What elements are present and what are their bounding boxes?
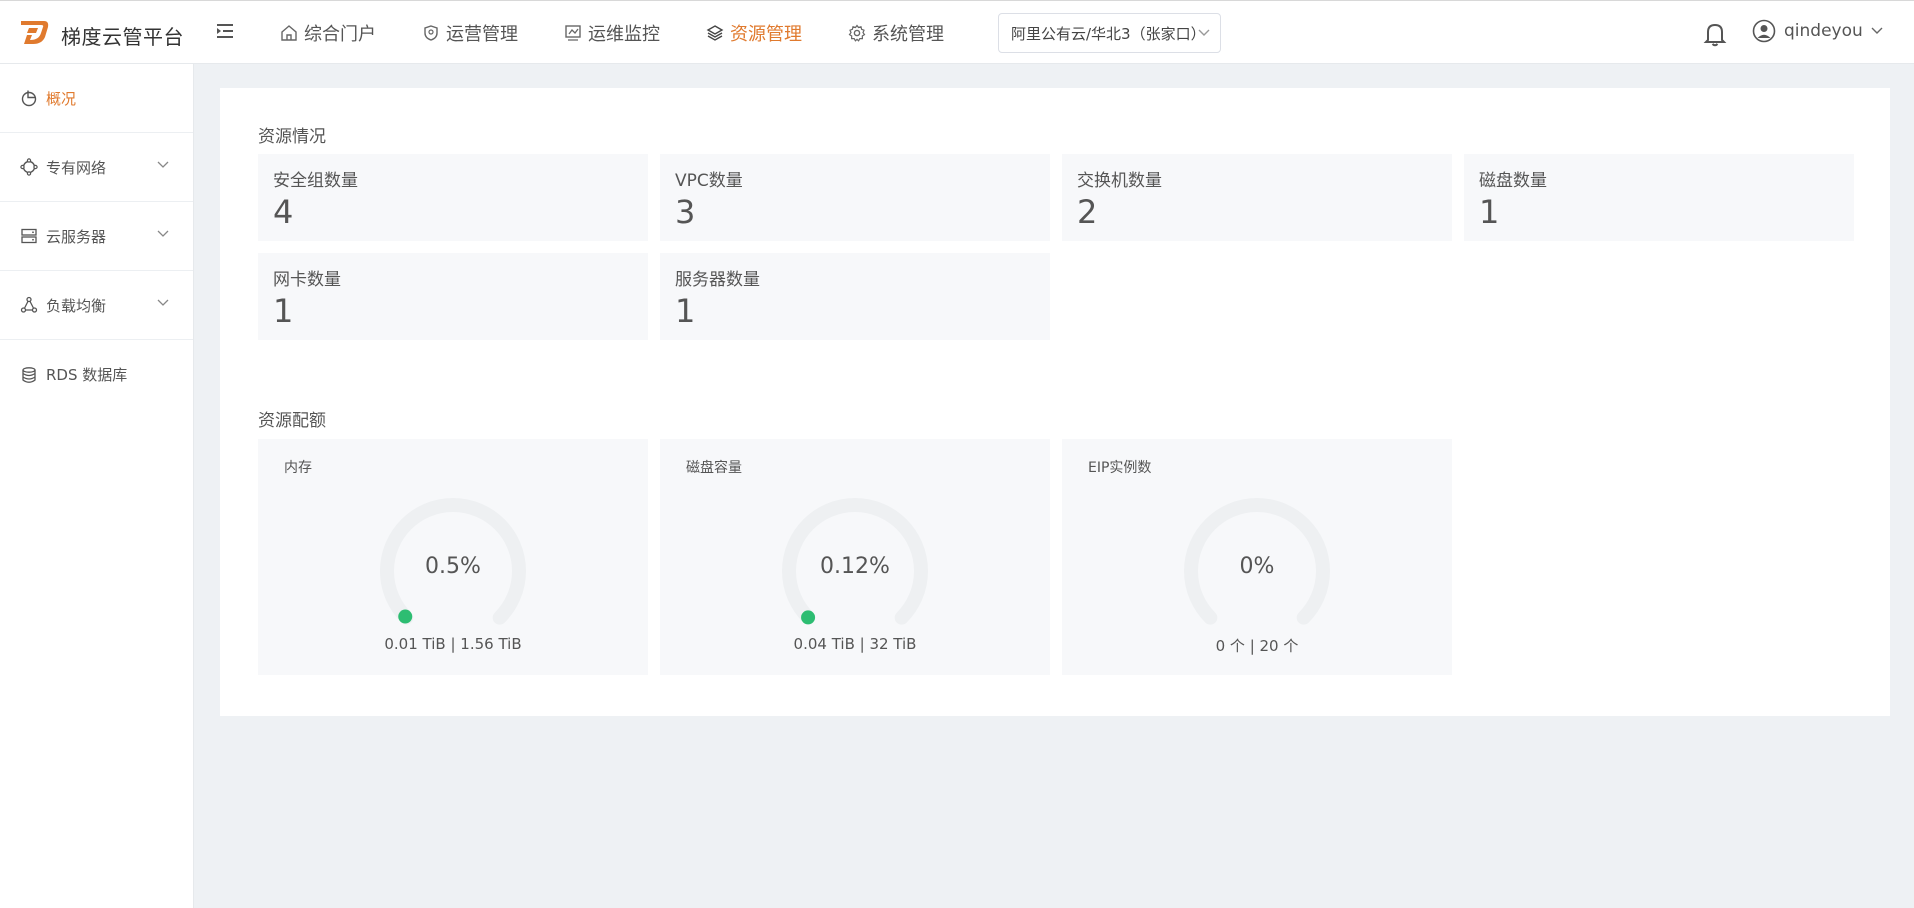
home-icon	[281, 25, 297, 41]
stat-value: 3	[675, 193, 696, 231]
stat-card-vpc: VPC数量 3	[660, 154, 1050, 241]
nav-item-portal[interactable]: 综合门户	[280, 1, 376, 65]
sidebar-item-vpc[interactable]: 专有网络	[0, 133, 193, 202]
gauge-indicator	[801, 610, 816, 625]
gauge-percent: 0.12%	[820, 554, 890, 579]
top-nav: 综合门户 运营管理 运维监控 资源管理 系统管理	[280, 1, 990, 65]
nav-item-label: 综合门户	[304, 24, 376, 45]
gauge-label: EIP实例数	[1088, 460, 1152, 476]
chevron-down-icon	[157, 299, 169, 306]
nav-item-label: 运维监控	[588, 24, 660, 45]
stat-card-vswitch: 交换机数量 2	[1062, 154, 1452, 241]
stat-label: 交换机数量	[1077, 171, 1162, 191]
gauge-label: 磁盘容量	[686, 460, 742, 476]
region-select[interactable]: 阿里公有云/华北3（张家口）	[998, 13, 1221, 53]
stat-value: 2	[1077, 193, 1098, 231]
shield-icon	[424, 25, 438, 41]
stat-label: 安全组数量	[273, 171, 358, 191]
network-icon	[20, 158, 38, 176]
stat-value: 1	[675, 292, 696, 330]
sidebar-item-ecs[interactable]: 云服务器	[0, 202, 193, 271]
stat-value: 4	[273, 193, 294, 231]
server-icon	[21, 228, 37, 244]
user-menu[interactable]: qindeyou	[1752, 19, 1891, 43]
region-select-value: 阿里公有云/华北3（张家口）	[1011, 24, 1198, 43]
sidebar-item-label: 云服务器	[46, 227, 107, 246]
gauge-percent: 0.5%	[425, 554, 481, 579]
nav-item-label: 资源管理	[730, 24, 802, 45]
username: qindeyou	[1784, 21, 1863, 41]
nav-item-label: 系统管理	[872, 24, 944, 45]
chevron-down-icon	[1198, 29, 1210, 36]
gauge-usage: 0 个 | 20 个	[1215, 637, 1299, 655]
chevron-down-icon	[1871, 27, 1883, 34]
nav-item-system[interactable]: 系统管理	[848, 1, 944, 65]
stat-card-disks: 磁盘数量 1	[1464, 154, 1854, 241]
nav-item-operations[interactable]: 运营管理	[422, 1, 518, 65]
stat-label: 网卡数量	[273, 270, 341, 290]
stat-label: VPC数量	[675, 171, 743, 191]
sidebar-item-rds[interactable]: RDS 数据库	[0, 340, 193, 409]
layers-icon	[706, 25, 724, 41]
resource-quota-title: 资源配额	[258, 411, 326, 431]
sidebar-item-label: RDS 数据库	[46, 366, 128, 384]
gauge-indicator	[398, 609, 413, 624]
bell-icon[interactable]	[1703, 21, 1727, 47]
gauge-card-disk-capacity: 磁盘容量 0.12% 0.04 TiB | 32 TiB	[660, 439, 1050, 675]
load-balance-icon	[20, 296, 38, 313]
stat-label: 磁盘数量	[1479, 171, 1547, 191]
sidebar-item-label: 负载均衡	[46, 296, 107, 315]
nav-item-label: 运营管理	[446, 24, 518, 45]
chevron-down-icon	[157, 161, 169, 168]
stat-card-servers: 服务器数量 1	[660, 253, 1050, 340]
gauge-card-eip: EIP实例数 0% 0 个 | 20 个	[1062, 439, 1452, 675]
logo-icon	[21, 21, 49, 44]
top-header: 梯度云管平台 综合门户 运营管理 运维监控 资源管理 系统管理 阿里公有云/华北…	[0, 0, 1914, 64]
gauge-card-memory: 内存 0.5% 0.01 TiB | 1.56 TiB	[258, 439, 648, 675]
overview-panel: 资源情况 安全组数量 4 VPC数量 3 交换机数量 2 磁盘数量 1 网卡数量…	[220, 88, 1890, 716]
gauge-usage: 0.01 TiB | 1.56 TiB	[384, 635, 522, 653]
avatar-icon	[1752, 19, 1776, 43]
stat-value: 1	[1479, 193, 1500, 231]
monitor-icon	[565, 25, 581, 41]
pie-chart-icon	[21, 90, 37, 107]
menu-collapse-icon[interactable]	[216, 21, 238, 41]
brand-title: 梯度云管平台	[61, 25, 184, 49]
sidebar-item-overview[interactable]: 概况	[0, 64, 193, 133]
gauge-percent: 0%	[1239, 554, 1275, 579]
gear-icon	[848, 24, 866, 42]
gauge-label: 内存	[284, 460, 312, 476]
stat-card-security-groups: 安全组数量 4	[258, 154, 648, 241]
sidebar-item-slb[interactable]: 负载均衡	[0, 271, 193, 340]
chevron-down-icon	[157, 230, 169, 237]
stat-label: 服务器数量	[675, 270, 760, 290]
resource-overview-title: 资源情况	[258, 127, 326, 147]
nav-item-resources[interactable]: 资源管理	[706, 1, 802, 65]
stat-value: 1	[273, 292, 294, 330]
database-icon	[22, 366, 36, 383]
sidebar-item-label: 专有网络	[46, 158, 107, 177]
nav-item-monitoring[interactable]: 运维监控	[564, 1, 660, 65]
sidebar-item-label: 概况	[46, 89, 77, 108]
stat-card-nics: 网卡数量 1	[258, 253, 648, 340]
sidebar: 概况 专有网络 云服务器 负载均衡 RDS 数据库	[0, 64, 194, 908]
gauge-usage: 0.04 TiB | 32 TiB	[793, 635, 917, 653]
